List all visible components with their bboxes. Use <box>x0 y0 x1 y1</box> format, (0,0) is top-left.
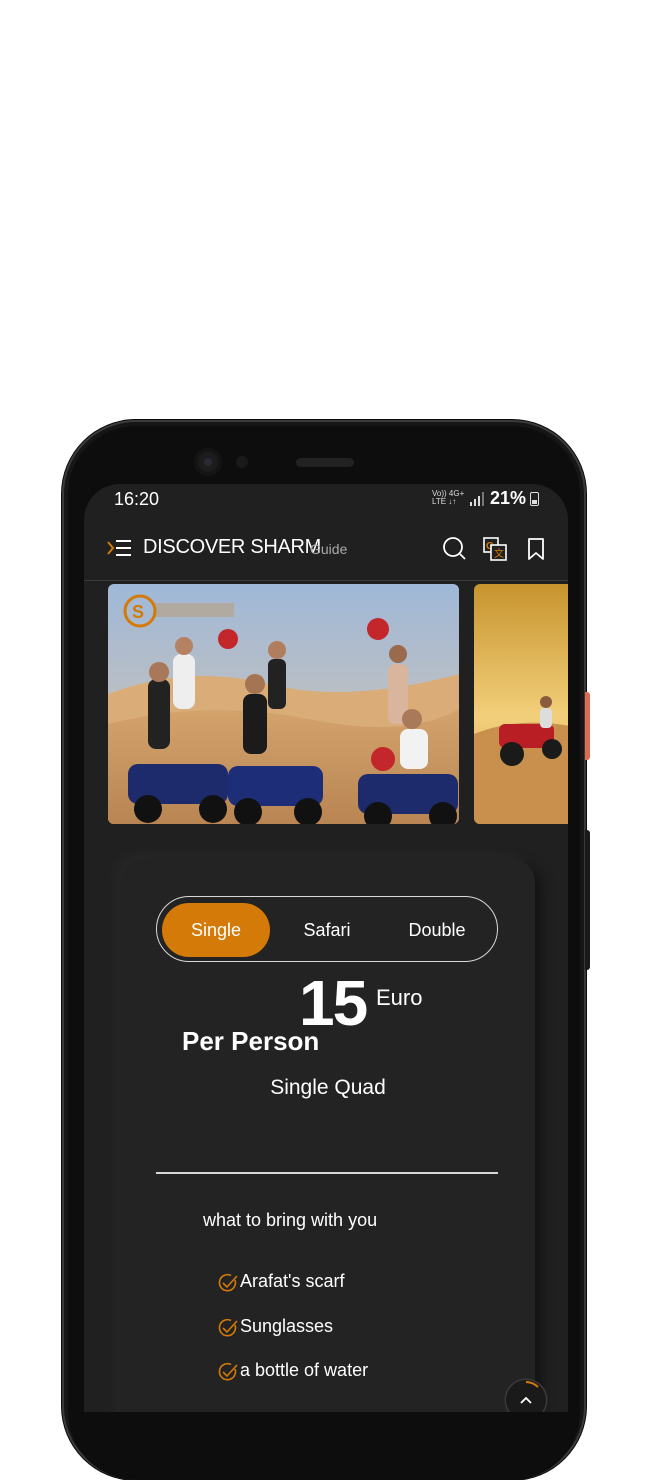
divider <box>156 1172 498 1174</box>
check-circle-icon <box>218 1318 238 1337</box>
list-item: a bottle of water <box>217 1360 477 1386</box>
status-time: 16:20 <box>114 489 160 509</box>
scroll-to-top-button[interactable] <box>506 1380 546 1412</box>
desert-photo: S <box>108 584 459 824</box>
bookmark-icon[interactable] <box>523 536 549 562</box>
status-bar: 16:20 Vo)) 4G+ LTE ↓↑ 21% <box>84 484 568 514</box>
carousel-slide[interactable] <box>474 584 568 824</box>
package-tabs: Single Safari Double <box>156 896 498 962</box>
menu-icon[interactable] <box>106 538 132 558</box>
side-button <box>585 692 590 760</box>
tab-double[interactable]: Double <box>384 903 490 957</box>
earpiece-speaker <box>296 458 354 467</box>
list-item: Arafat's scarf <box>217 1271 477 1297</box>
image-carousel[interactable]: S <box>84 584 568 824</box>
app-subtitle: Guide <box>310 541 348 557</box>
price-unit: Per Person <box>182 1026 320 1056</box>
translate-icon[interactable]: G 文 <box>482 536 508 562</box>
product-name: Single Quad <box>270 1076 386 1099</box>
side-button <box>585 830 590 970</box>
pricing-card: Single Safari Double 15 Euro Per Person … <box>121 860 535 1412</box>
battery-icon <box>530 492 539 506</box>
price-currency: Euro <box>376 985 423 1010</box>
sensor <box>236 456 248 468</box>
sunset-photo <box>474 584 568 824</box>
phone-screen: 16:20 Vo)) 4G+ LTE ↓↑ 21% DISCOVER SHARM… <box>84 484 568 1412</box>
app-bar: DISCOVER SHARM Guide G 文 <box>84 524 568 581</box>
signal-icon <box>470 492 484 506</box>
front-camera <box>194 448 222 476</box>
tab-safari[interactable]: Safari <box>274 903 380 957</box>
check-circle-icon <box>218 1273 238 1292</box>
network-indicator: Vo)) 4G+ LTE ↓↑ <box>432 489 465 506</box>
svg-text:文: 文 <box>494 547 504 560</box>
carousel-slide[interactable]: S <box>108 584 459 824</box>
battery-percent: 21% <box>490 488 527 508</box>
app-title: DISCOVER SHARM <box>143 536 322 558</box>
bring-heading: what to bring with you <box>203 1210 378 1230</box>
check-circle-icon <box>218 1362 238 1381</box>
chevron-up-icon <box>520 1381 539 1404</box>
list-item: Sunglasses <box>217 1316 477 1342</box>
tab-single[interactable]: Single <box>162 903 270 957</box>
svg-text:S: S <box>132 602 144 622</box>
search-icon[interactable] <box>442 536 468 562</box>
